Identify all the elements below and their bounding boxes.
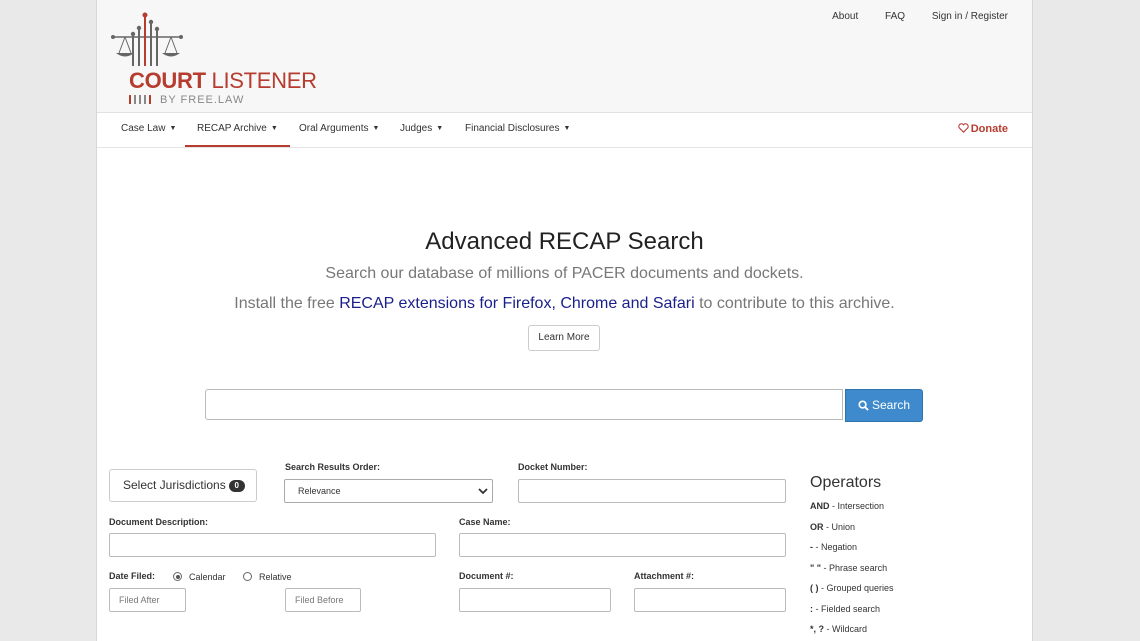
install-suffix: to contribute to this archive. — [699, 295, 895, 312]
operator-desc: - Union — [823, 522, 856, 532]
caret-down-icon: ▼ — [169, 125, 177, 132]
learn-more-button[interactable]: Learn More — [528, 325, 600, 351]
recap-extensions-link[interactable]: RECAP extensions for Firefox, Chrome and… — [339, 295, 694, 312]
operator-symbol: *, ? — [810, 624, 825, 634]
nav-item-label: Financial Disclosures — [465, 123, 560, 134]
operator-item: : - Fielded search — [810, 604, 880, 614]
caret-down-icon: ▼ — [270, 125, 278, 132]
document-number-label: Document #: — [459, 571, 514, 581]
main-nav: Case Law ▼ RECAP Archive ▼ Oral Arguments ▼… — [97, 113, 1032, 148]
jurisdictions-count-badge: 0 — [228, 480, 245, 492]
donate-label: Donate — [970, 123, 1008, 135]
operator-symbol: OR — [810, 522, 824, 532]
caret-down-icon: ▼ — [436, 125, 444, 132]
document-description-field[interactable] — [109, 533, 436, 557]
operators-heading: Operators — [810, 474, 882, 491]
date-relative-radio[interactable] — [243, 572, 252, 581]
select-jurisdictions-label: Select Jurisdictions — [123, 478, 226, 492]
operator-item: - - Negation — [810, 542, 857, 552]
search-icon — [858, 400, 869, 411]
nav-oral-arguments[interactable]: Oral Arguments ▼ — [299, 113, 379, 145]
operator-desc: - Intersection — [829, 501, 885, 511]
courtlistener-logo[interactable]: COURT LISTENER BY FREE.LAW — [109, 10, 319, 106]
logo-bars-icon — [129, 95, 151, 104]
donate-link[interactable]: Donate — [958, 113, 1008, 145]
operator-desc: - Grouped queries — [818, 583, 894, 593]
install-prefix: Install the free — [234, 295, 335, 312]
site-header: COURT LISTENER BY FREE.LAW About FAQ Sig… — [97, 0, 1032, 113]
nav-item-label: RECAP Archive — [197, 123, 267, 134]
operator-desc: - Negation — [813, 542, 858, 552]
faq-link[interactable]: FAQ — [885, 11, 905, 22]
nav-item-label: Case Law — [121, 123, 166, 134]
search-input[interactable] — [205, 389, 843, 420]
about-link[interactable]: About — [832, 11, 858, 22]
results-order-value: Relevance — [298, 486, 341, 496]
nav-recap-archive[interactable]: RECAP Archive ▼ — [185, 113, 290, 147]
document-description-label: Document Description: — [109, 517, 209, 527]
operator-symbol: " " — [810, 563, 822, 573]
operator-desc: - Wildcard — [824, 624, 868, 634]
operator-item: *, ? - Wildcard — [810, 624, 867, 634]
caret-down-icon: ▼ — [563, 125, 571, 132]
case-name-field[interactable] — [459, 533, 786, 557]
logo-listener-text: LISTENER — [211, 68, 317, 93]
nav-judges[interactable]: Judges ▼ — [400, 113, 443, 145]
attachment-number-label: Attachment #: — [634, 571, 695, 581]
nav-case-law[interactable]: Case Law ▼ — [121, 113, 176, 145]
heart-icon — [958, 123, 969, 133]
document-number-field[interactable] — [459, 588, 611, 612]
logo-wordmark: COURT LISTENER — [129, 68, 317, 94]
results-order-select[interactable]: Relevance — [284, 479, 493, 503]
docket-number-field[interactable] — [518, 479, 786, 503]
nav-item-label: Judges — [400, 123, 433, 134]
operator-item: OR - Union — [810, 522, 855, 532]
sign-in-register-link[interactable]: Sign in / Register — [932, 11, 1008, 22]
operator-desc: - Fielded search — [813, 604, 881, 614]
operator-symbol: ( ) — [810, 583, 819, 593]
nav-item-label: Oral Arguments — [299, 123, 369, 134]
attachment-number-field[interactable] — [634, 588, 786, 612]
search-button[interactable]: Search — [845, 389, 923, 422]
caret-down-icon: ▼ — [372, 125, 380, 132]
date-filed-label: Date Filed: — [109, 571, 156, 581]
chevron-down-icon — [478, 488, 488, 495]
operator-item: " " - Phrase search — [810, 563, 887, 573]
nav-financial-disclosures[interactable]: Financial Disclosures ▼ — [465, 113, 570, 145]
results-order-label: Search Results Order: — [285, 462, 381, 472]
page-container: COURT LISTENER BY FREE.LAW About FAQ Sig… — [96, 0, 1033, 641]
search-button-label: Search — [871, 398, 911, 412]
scales-of-justice-icon — [111, 12, 183, 66]
page-title: Advanced RECAP Search — [425, 228, 704, 255]
logo-subtitle: BY FREE.LAW — [160, 94, 245, 106]
logo-court-text: COURT — [129, 68, 206, 93]
filed-before-field[interactable]: Filed Before — [285, 588, 361, 612]
select-jurisdictions-button[interactable]: Select Jurisdictions 0 — [109, 469, 257, 502]
install-recap-text: Install the free RECAP extensions for Fi… — [97, 295, 1032, 313]
operator-desc: - Phrase search — [821, 563, 888, 573]
date-calendar-label: Calendar — [189, 572, 226, 582]
case-name-label: Case Name: — [459, 517, 511, 527]
docket-number-label: Docket Number: — [518, 462, 588, 472]
operator-symbol: AND — [810, 501, 830, 511]
page-subtitle: Search our database of millions of PACER… — [325, 265, 804, 282]
date-calendar-radio[interactable] — [173, 572, 182, 581]
operator-item: AND - Intersection — [810, 501, 884, 511]
date-relative-label: Relative — [259, 572, 292, 582]
filed-after-field[interactable]: Filed After — [109, 588, 186, 612]
operator-item: ( ) - Grouped queries — [810, 583, 894, 593]
top-links: About FAQ Sign in / Register — [808, 11, 1008, 22]
